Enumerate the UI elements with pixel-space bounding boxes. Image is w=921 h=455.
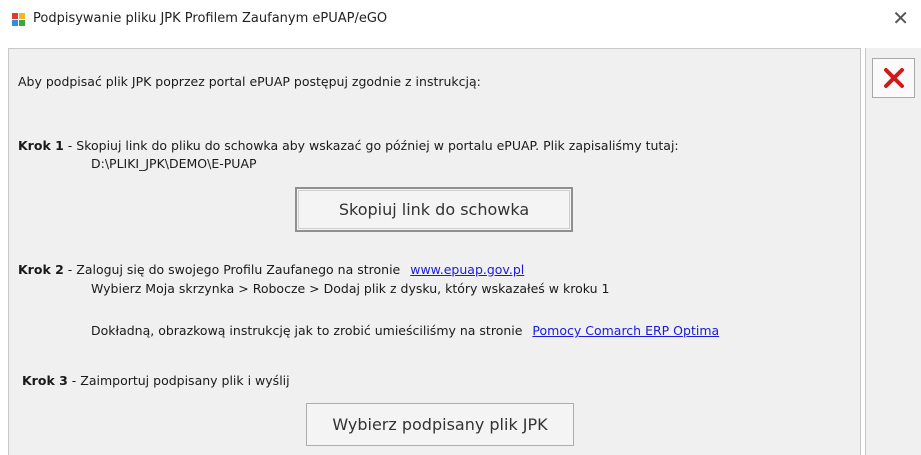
copy-link-button[interactable]: Skopiuj link do schowka: [295, 187, 573, 232]
window-close-button[interactable]: ✕: [892, 6, 909, 30]
window-title: Podpisywanie pliku JPK Profilem Zaufanym…: [33, 11, 388, 26]
step1-text: - Skopiuj link do pliku do schowka aby w…: [63, 138, 679, 153]
window-titlebar: Podpisywanie pliku JPK Profilem Zaufanym…: [0, 0, 921, 38]
step1-line: Krok 1 - Skopiuj link do pliku do schowk…: [18, 138, 679, 153]
step2-line2: Wybierz Moja skrzynka > Robocze > Dodaj …: [91, 281, 610, 296]
step1-label: Krok 1: [18, 138, 64, 153]
step1-path: D:\PLIKI_JPK\DEMO\E-PUAP: [91, 156, 257, 171]
choose-signed-file-button[interactable]: Wybierz podpisany plik JPK: [306, 403, 574, 446]
red-x-icon: [883, 68, 904, 88]
step2-line: Krok 2 - Zaloguj się do swojego Profilu …: [18, 262, 524, 277]
help-link[interactable]: Pomocy Comarch ERP Optima: [532, 323, 719, 338]
epuap-link[interactable]: www.epuap.gov.pl: [410, 262, 524, 277]
step3-label: Krok 3: [22, 373, 68, 388]
jpk-app-icon: [12, 13, 26, 27]
instructions-panel: [8, 48, 861, 455]
step3-text: - Zaimportuj podpisany plik i wyślij: [67, 373, 290, 388]
intro-text: Aby podpisać plik JPK poprzez portal ePU…: [18, 74, 481, 89]
cancel-button[interactable]: [872, 58, 915, 98]
step2-help-text: Dokładną, obrazkową instrukcję jak to zr…: [91, 323, 523, 338]
step2-text: - Zaloguj się do swojego Profilu Zaufane…: [63, 262, 401, 277]
side-toolbar: [865, 48, 921, 455]
step2-line3: Dokładną, obrazkową instrukcję jak to zr…: [91, 323, 719, 338]
step2-label: Krok 2: [18, 262, 64, 277]
step3-line: Krok 3 - Zaimportuj podpisany plik i wyś…: [22, 373, 290, 388]
